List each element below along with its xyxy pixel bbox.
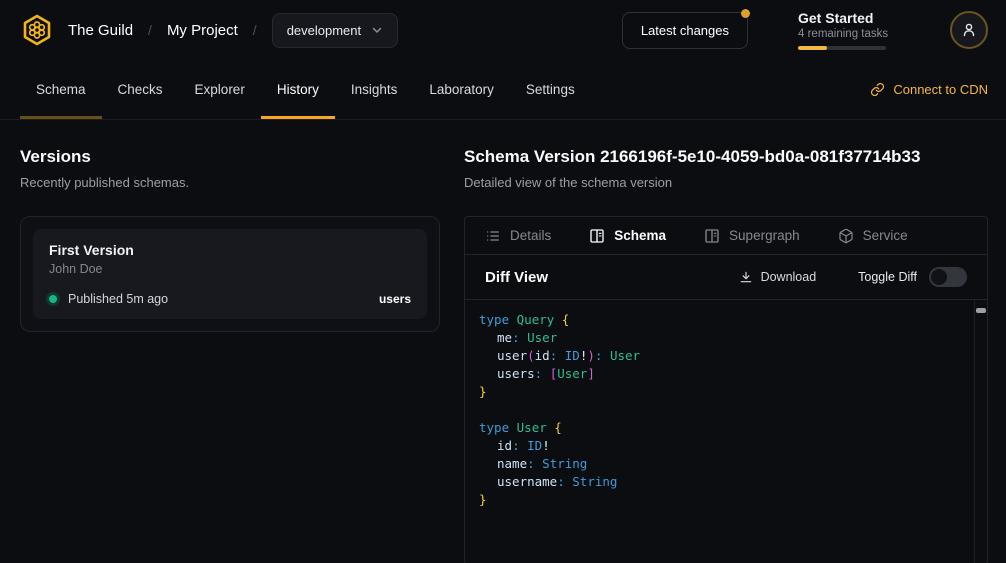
schema-code-area: type Query {me: Useruser(id: ID!): Useru… — [465, 300, 987, 563]
breadcrumb: The Guild / My Project / development — [68, 13, 398, 48]
schema-version-title: Schema Version 2166196f-5e10-4059-bd0a-0… — [464, 147, 988, 167]
tab-underline-active — [261, 116, 335, 119]
code-scrollbar[interactable] — [974, 300, 987, 563]
get-started-widget[interactable]: Get Started 4 remaining tasks — [798, 10, 888, 50]
toggle-knob — [931, 269, 947, 285]
columns-icon — [589, 228, 605, 244]
tab-schema[interactable]: Schema — [20, 60, 102, 119]
toggle-diff-control: Toggle Diff — [858, 267, 967, 287]
tab-settings[interactable]: Settings — [510, 60, 591, 119]
target-selector-value: development — [287, 23, 361, 38]
version-title: First Version — [49, 242, 411, 258]
tab-explorer[interactable]: Explorer — [179, 60, 261, 119]
tab-underline — [20, 116, 102, 119]
version-detail-column: Schema Version 2166196f-5e10-4059-bd0a-0… — [464, 147, 988, 563]
latest-changes-button[interactable]: Latest changes — [622, 12, 748, 49]
published-status-dot — [49, 295, 57, 303]
get-started-progressbar — [798, 46, 886, 50]
schema-sdl-code: type Query {me: Useruser(id: ID!): Useru… — [465, 300, 987, 509]
version-detail-panel: Details Schema Supergr — [464, 216, 988, 563]
target-selector[interactable]: development — [272, 13, 398, 48]
detail-tab-details[interactable]: Details — [485, 228, 551, 244]
code-scrollbar-thumb[interactable] — [976, 308, 986, 313]
diff-actions: Download Toggle Diff — [739, 267, 967, 287]
versions-subtitle: Recently published schemas. — [20, 175, 440, 190]
chevron-down-icon — [371, 24, 383, 36]
user-avatar[interactable] — [950, 11, 988, 49]
version-meta-row: Published 5m ago users — [49, 292, 411, 306]
connect-to-cdn-link[interactable]: Connect to CDN — [870, 60, 988, 119]
main-content: Versions Recently published schemas. Fir… — [0, 120, 1006, 563]
person-icon — [961, 22, 977, 38]
breadcrumb-separator: / — [253, 22, 257, 38]
connect-to-cdn-label: Connect to CDN — [893, 82, 988, 97]
detail-tab-bar: Details Schema Supergr — [465, 217, 987, 255]
detail-tab-service[interactable]: Service — [838, 228, 908, 244]
notification-dot — [741, 9, 750, 18]
breadcrumb-org[interactable]: The Guild — [68, 22, 133, 39]
breadcrumb-separator: / — [148, 22, 152, 38]
tab-laboratory[interactable]: Laboratory — [413, 60, 510, 119]
cube-icon — [838, 228, 854, 244]
versions-list: First Version John Doe Published 5m ago … — [20, 216, 440, 332]
diff-view-header: Diff View Download Toggle Diff — [465, 255, 987, 300]
top-header: The Guild / My Project / development Lat… — [0, 0, 1006, 60]
version-list-item[interactable]: First Version John Doe Published 5m ago … — [33, 229, 427, 319]
versions-title: Versions — [20, 147, 440, 167]
version-author: John Doe — [49, 262, 411, 276]
list-icon — [485, 228, 501, 244]
get-started-title: Get Started — [798, 10, 888, 26]
columns-icon — [704, 228, 720, 244]
versions-column: Versions Recently published schemas. Fir… — [20, 147, 440, 332]
breadcrumb-project[interactable]: My Project — [167, 22, 238, 39]
toggle-diff-switch[interactable] — [929, 267, 967, 287]
service-badge: users — [379, 292, 411, 306]
tab-checks[interactable]: Checks — [102, 60, 179, 119]
diff-view-title: Diff View — [485, 269, 548, 286]
get-started-subtitle: 4 remaining tasks — [798, 28, 888, 40]
latest-changes-label: Latest changes — [641, 23, 729, 38]
schema-version-subtitle: Detailed view of the schema version — [464, 175, 988, 190]
tab-history[interactable]: History — [261, 60, 335, 119]
download-icon — [739, 270, 753, 284]
detail-tab-schema[interactable]: Schema — [589, 228, 666, 244]
link-icon — [870, 82, 885, 97]
download-button[interactable]: Download — [739, 270, 817, 284]
hive-logo-icon[interactable] — [18, 11, 56, 49]
toggle-diff-label: Toggle Diff — [858, 270, 917, 284]
get-started-progress-fill — [798, 46, 827, 50]
detail-tab-supergraph[interactable]: Supergraph — [704, 228, 800, 244]
published-status-text: Published 5m ago — [68, 292, 168, 306]
target-nav-tabs: Schema Checks Explorer History Insights … — [0, 60, 1006, 120]
tab-insights[interactable]: Insights — [335, 60, 414, 119]
